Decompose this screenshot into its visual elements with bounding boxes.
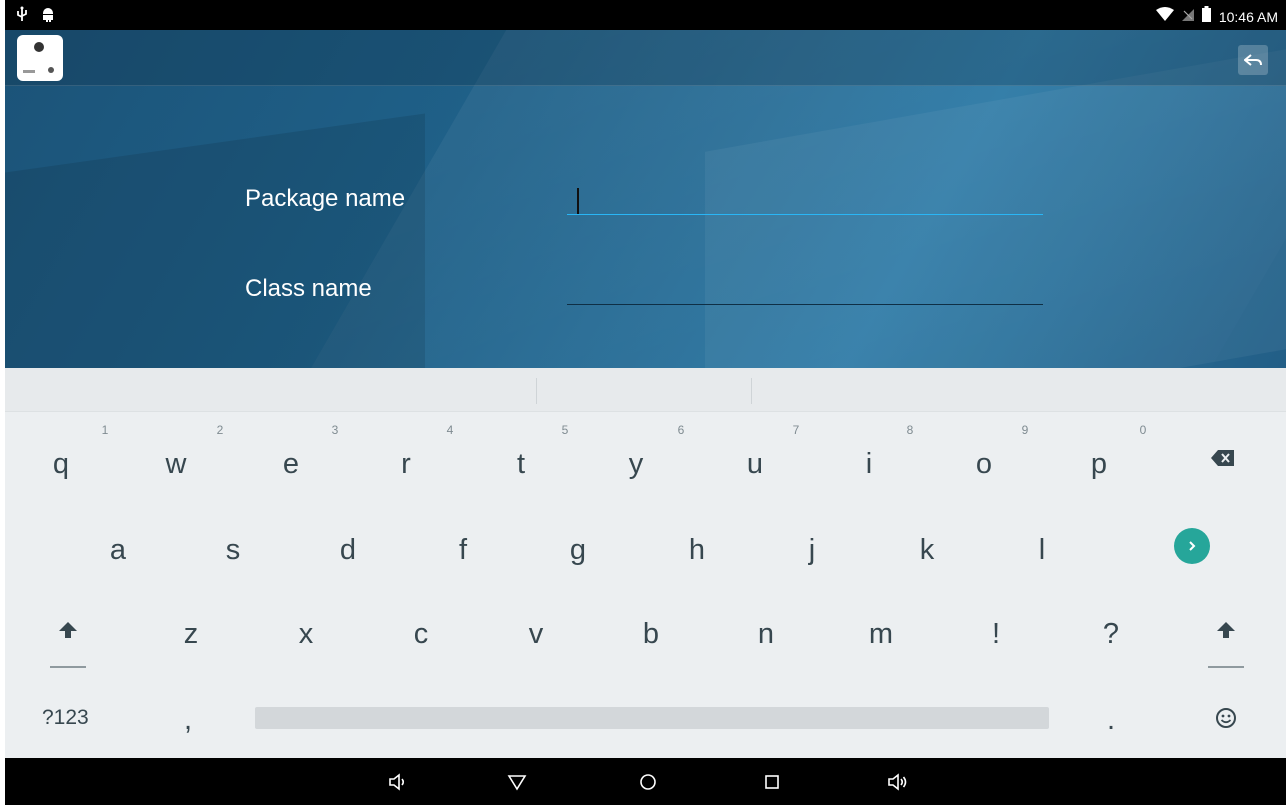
shift-indicator-right: [1208, 666, 1244, 668]
space-bar[interactable]: [255, 707, 1049, 729]
key-exclamation[interactable]: !: [966, 618, 1026, 651]
key-j[interactable]: j: [782, 534, 842, 567]
back-icon[interactable]: [505, 770, 529, 794]
camera-app-icon[interactable]: [17, 35, 63, 81]
home-icon[interactable]: [636, 770, 660, 794]
key-l[interactable]: l: [1012, 534, 1072, 567]
volume-down-icon[interactable]: [385, 770, 409, 794]
key-g[interactable]: g: [548, 534, 608, 567]
class-name-label: Class name: [245, 275, 372, 302]
key-period[interactable]: .: [1081, 704, 1141, 737]
shift-indicator-left: [50, 666, 86, 668]
key-s[interactable]: s: [203, 534, 263, 567]
shift-icon[interactable]: [1215, 620, 1237, 645]
key-a[interactable]: a: [88, 534, 148, 567]
symbols-key[interactable]: ?123: [42, 706, 89, 730]
enter-next-icon[interactable]: [1174, 528, 1210, 564]
emoji-icon[interactable]: [1215, 707, 1237, 734]
key-x[interactable]: x: [276, 618, 336, 651]
package-name-label: Package name: [245, 185, 406, 212]
no-sim-icon: [1181, 7, 1194, 26]
key-c[interactable]: c: [391, 618, 451, 651]
android-debug-icon: [41, 6, 55, 27]
key-comma[interactable]: ,: [158, 704, 218, 737]
key-f[interactable]: f: [433, 534, 493, 567]
back-arrow-icon[interactable]: [1238, 45, 1268, 75]
wifi-icon: [1155, 7, 1174, 26]
key-b[interactable]: b: [621, 618, 681, 651]
shift-icon[interactable]: [57, 620, 79, 645]
battery-icon: [1201, 6, 1211, 27]
class-name-input[interactable]: [567, 304, 1043, 305]
text-cursor: [577, 188, 579, 215]
suggestion-strip: [5, 368, 1286, 412]
key-z[interactable]: z: [161, 618, 221, 651]
navigation-bar: [5, 758, 1286, 805]
key-question[interactable]: ?: [1081, 618, 1141, 651]
soft-keyboard: q1 w2 e3 r4 t5 y6 u7 i8 o9 p0 a s d f g …: [5, 368, 1286, 758]
key-h[interactable]: h: [667, 534, 727, 567]
backspace-icon[interactable]: [1211, 449, 1235, 472]
volume-up-icon[interactable]: [885, 770, 909, 794]
status-bar: 10:46 AM: [5, 0, 1286, 30]
key-v[interactable]: v: [506, 618, 566, 651]
key-n[interactable]: n: [736, 618, 796, 651]
background-shape: [5, 113, 425, 368]
key-m[interactable]: m: [851, 618, 911, 651]
app-content: Package name Class name: [5, 30, 1286, 368]
key-k[interactable]: k: [897, 534, 957, 567]
usb-icon: [15, 6, 29, 27]
package-name-input[interactable]: [567, 214, 1043, 215]
status-time: 10:46 AM: [1218, 8, 1278, 25]
key-d[interactable]: d: [318, 534, 378, 567]
app-toolbar: [5, 30, 1286, 86]
recents-icon[interactable]: [760, 770, 784, 794]
